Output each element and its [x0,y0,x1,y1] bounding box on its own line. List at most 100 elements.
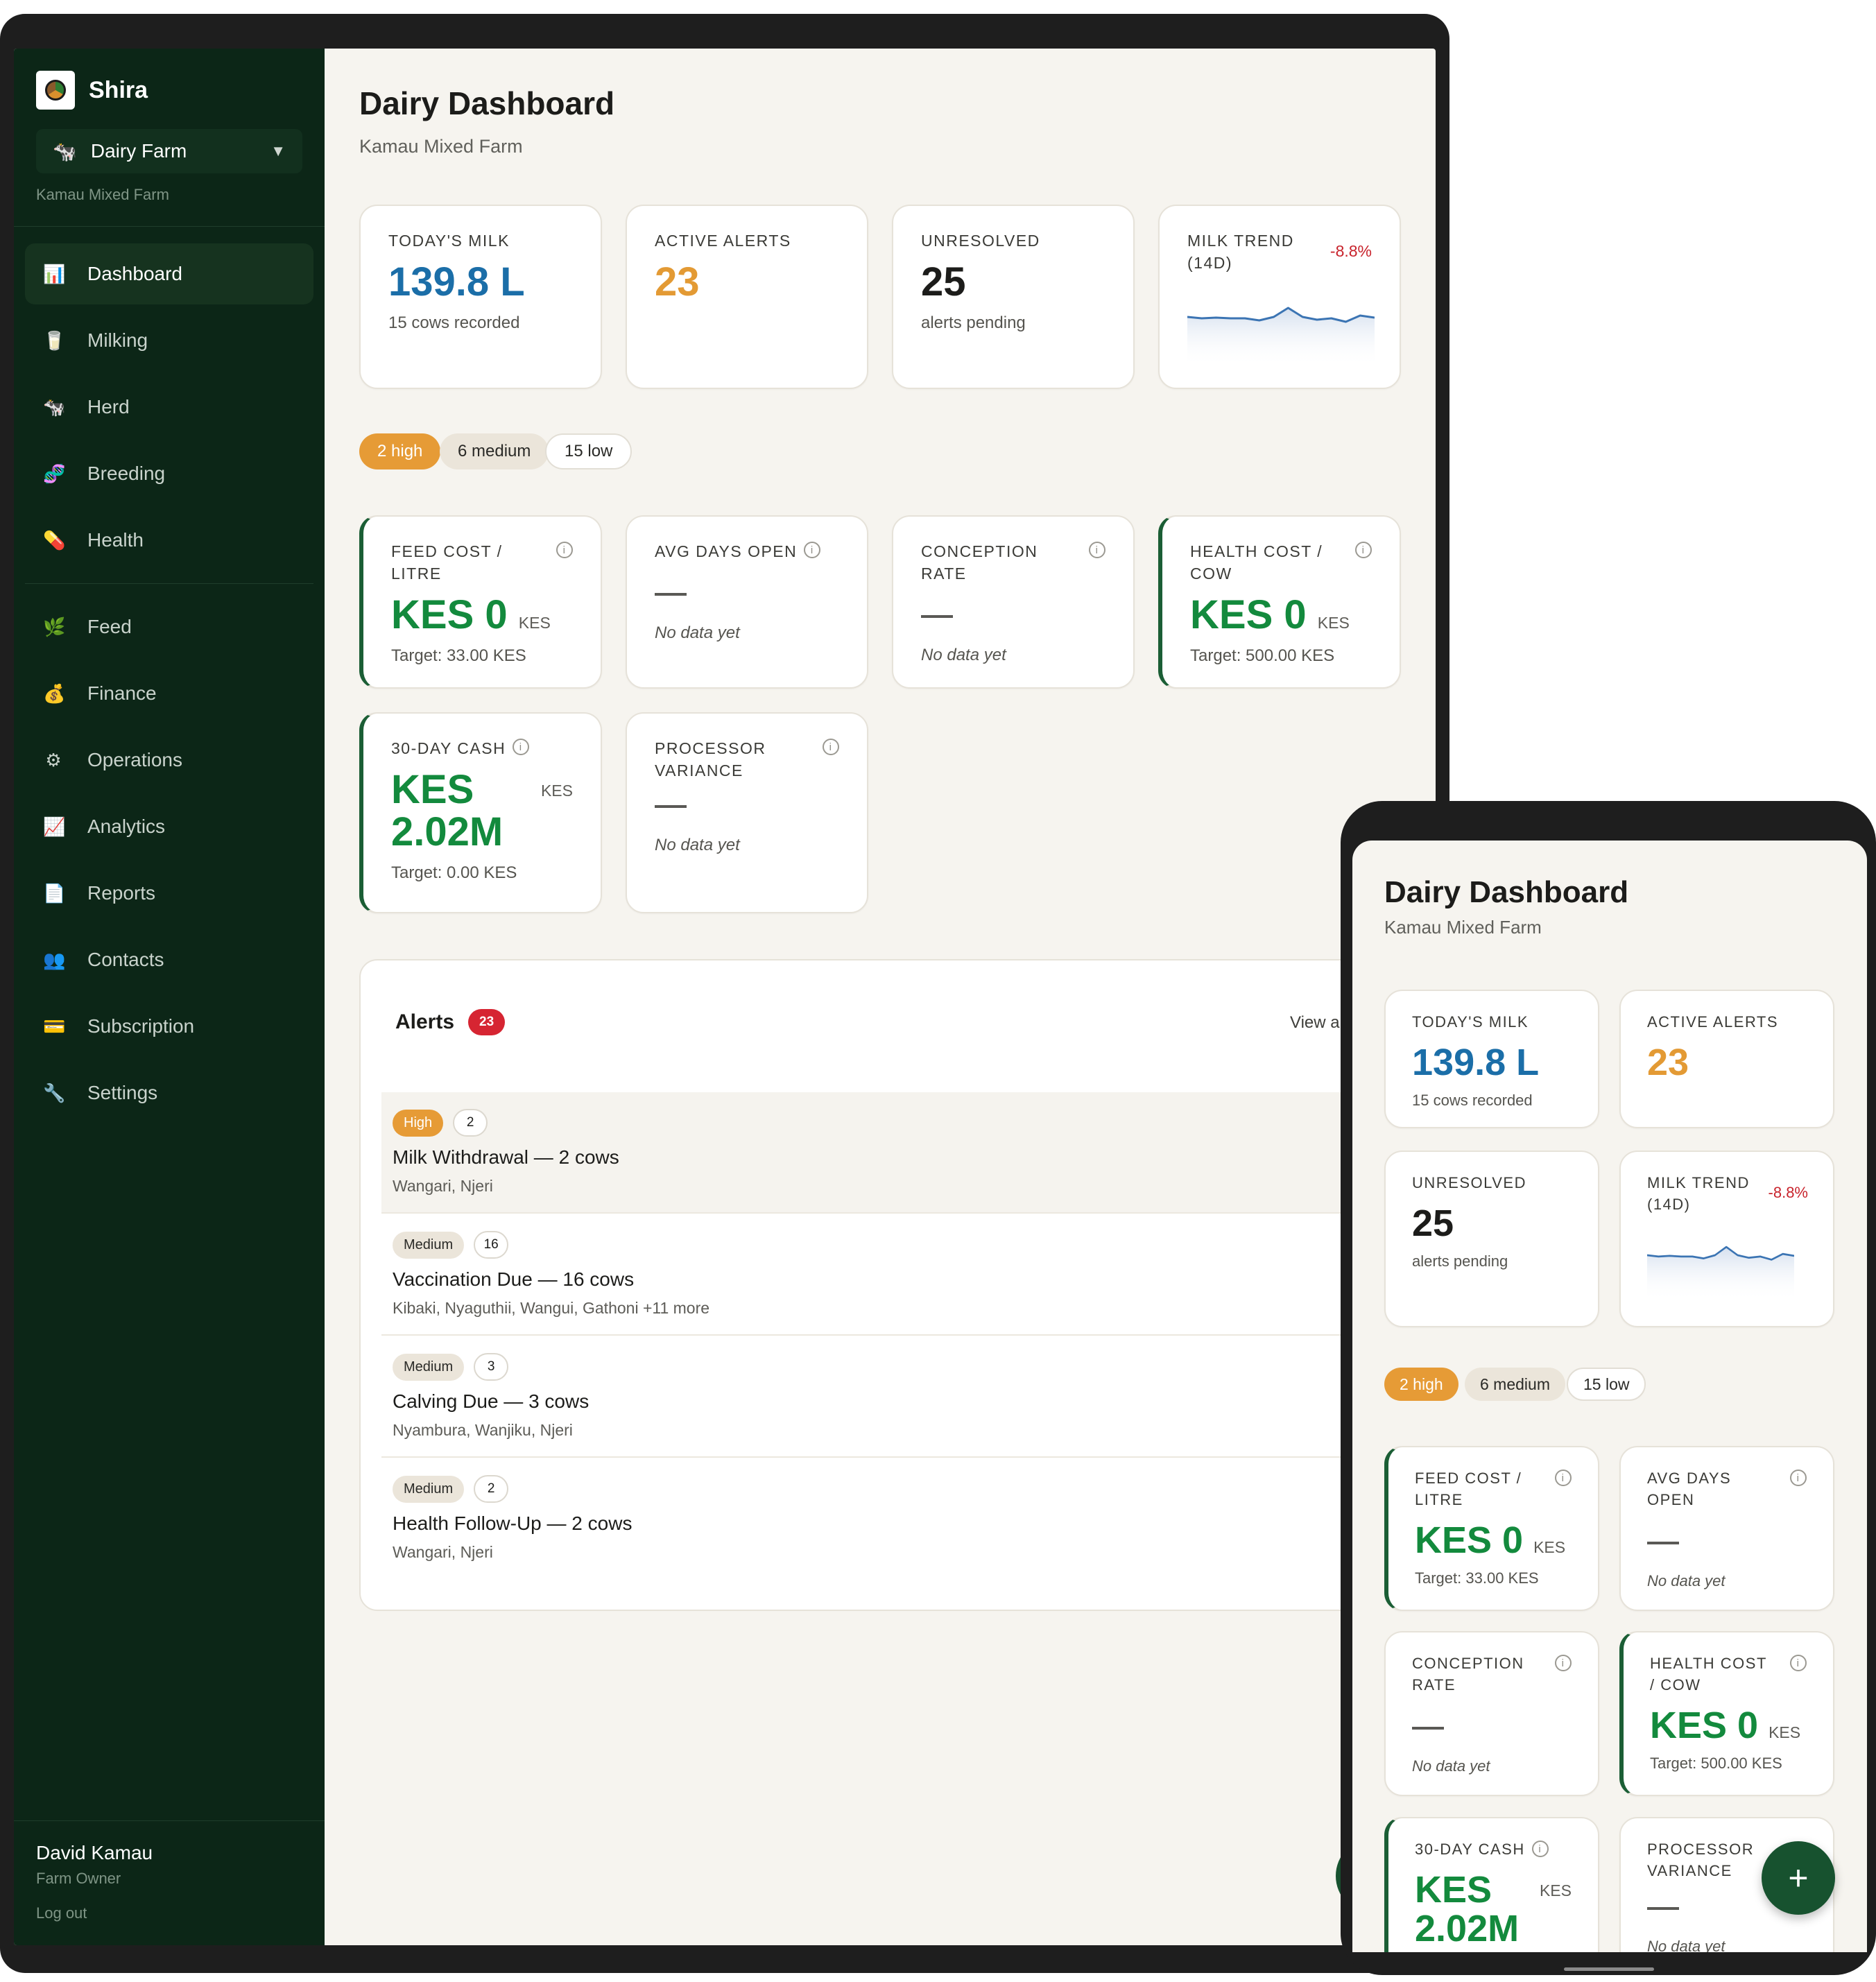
card-label: 30-DAY CASH i [1415,1839,1572,1861]
card-label: AVG DAYS OPEN i [1647,1468,1807,1511]
milk-cup-icon: 🥛 [43,329,66,351]
info-icon[interactable]: i [513,739,530,755]
sidebar-item-reports[interactable]: 📄 Reports [25,863,313,924]
sidebar-item-label: Health [87,529,144,551]
card-label: TODAY'S MILK [1412,1013,1529,1031]
feed-cost-card: FEED COST / LITRE i KES 0 KES Target: 33.… [1384,1446,1599,1611]
info-icon[interactable]: i [1790,1470,1807,1486]
card-label-text: FEED COST / LITRE [391,542,503,583]
sidebar-item-finance[interactable]: 💰 Finance [25,663,313,724]
alert-row[interactable]: Medium 2 Health Follow-Up — 2 cows Wanga… [381,1458,1436,1580]
info-icon[interactable]: i [1531,1841,1549,1857]
farm-subtitle: Kamau Mixed Farm [36,186,169,203]
sidebar-item-label: Analytics [87,816,166,837]
sidebar-item-feed[interactable]: 🌿 Feed [25,596,313,657]
pill-icon: 💊 [43,529,66,551]
sidebar-item-dashboard[interactable]: 📊 Dashboard [25,243,313,304]
info-icon[interactable]: i [823,739,839,755]
sidebar-item-label: Finance [87,682,157,704]
severity-pill-medium[interactable]: 6 medium [1465,1368,1565,1401]
alert-title: Health Follow-Up — 2 cows [393,1513,632,1534]
info-icon[interactable]: i [804,542,821,558]
card-label-text: 30-DAY CASH [391,739,506,757]
severity-pill-high[interactable]: 2 high [1384,1368,1458,1401]
info-icon[interactable]: i [556,542,573,558]
todays-milk-value: 139.8 L [1412,1041,1540,1083]
unresolved-card[interactable]: UNRESOLVED 25 alerts pending [892,205,1135,389]
unresolved-card[interactable]: UNRESOLVED 25 alerts pending [1384,1151,1599,1327]
page-title: Dairy Dashboard [359,85,615,121]
sidebar-item-health[interactable]: 💊 Health [25,510,313,571]
sidebar-item-contacts[interactable]: 👥 Contacts [25,929,313,990]
sidebar-item-label: Dashboard [87,263,182,284]
fab-add-button[interactable]: + [1762,1841,1835,1915]
info-icon[interactable]: i [1790,1655,1807,1671]
sidebar-item-label: Operations [87,749,182,770]
cash-value: KES 2.02M [391,768,503,854]
alert-badges: High 2 [393,1109,1436,1137]
active-alerts-card[interactable]: ACTIVE ALERTS 23 [626,205,868,389]
sidebar-item-milking[interactable]: 🥛 Milking [25,310,313,371]
sidebar-item-subscription[interactable]: 💳 Subscription [25,996,313,1057]
sidebar-item-operations[interactable]: ⚙ Operations [25,730,313,791]
farm-selector-label: Dairy Farm [90,140,187,162]
phone-screen: Dairy Dashboard Kamau Mixed Farm TODAY'S… [1352,841,1867,1952]
logout-link[interactable]: Log out [36,1904,302,1922]
brand-logo-icon [36,71,75,110]
people-icon: 👥 [43,949,66,970]
empty-dash [921,615,953,619]
view-all-link[interactable]: View a [1290,1013,1340,1033]
severity-pill-high[interactable]: 2 high [359,433,441,469]
page-subtitle: Kamau Mixed Farm [1384,917,1542,938]
sidebar-item-herd[interactable]: 🐄 Herd [25,377,313,438]
alert-title: Milk Withdrawal — 2 cows [393,1146,619,1168]
alert-row[interactable]: High 2 Milk Withdrawal — 2 cows Wangari,… [381,1092,1436,1214]
page-subtitle: Kamau Mixed Farm [359,136,523,157]
home-indicator [1564,1967,1654,1971]
card-label: ACTIVE ALERTS [655,232,791,250]
farm-selector[interactable]: 🐄 Dairy Farm ▼ [36,129,302,173]
info-icon[interactable]: i [1089,542,1105,558]
active-alerts-card[interactable]: ACTIVE ALERTS 23 [1619,990,1834,1128]
unresolved-value: 25 [1412,1202,1454,1244]
cows-recorded: 15 cows recorded [1412,1092,1533,1110]
card-label-text: AVG DAYS OPEN [1647,1470,1732,1508]
severity-badge: Medium [393,1475,465,1503]
sidebar-item-label: Reports [87,882,156,904]
health-cost-value: KES 0 KES [1650,1705,1807,1746]
no-data-text: No data yet [1412,1757,1490,1775]
todays-milk-card: TODAY'S MILK 139.8 L 15 cows recorded [1384,990,1599,1128]
alert-cows: Wangari, Njeri [393,1543,493,1561]
user-name: David Kamau [36,1842,153,1863]
sidebar-item-label: Breeding [87,463,166,484]
feed-cost-value: KES 0 KES [391,594,573,637]
health-cost-target: Target: 500.00 KES [1650,1755,1782,1773]
info-icon[interactable]: i [1555,1655,1572,1671]
cash-value-row: KES 2.02M KES [1415,1861,1572,1949]
alert-row[interactable]: Medium 3 Calving Due — 3 cows Nyambura, … [381,1336,1436,1458]
brand: Shira [14,49,325,110]
card-label: HEALTH COST / COW i [1650,1653,1807,1696]
alert-row[interactable]: Medium 16 Vaccination Due — 16 cows Kiba… [381,1214,1436,1336]
no-data-text: No data yet [1647,1571,1726,1589]
card-label-text: CONCEPTION RATE [921,542,1038,583]
info-icon[interactable]: i [1555,1470,1572,1486]
dna-icon: 🧬 [43,463,66,484]
todays-milk-value: 139.8 L [388,259,525,305]
cow-count-badge: 2 [453,1109,488,1137]
unit-label: KES [1539,1881,1572,1899]
no-data-text: No data yet [655,836,740,855]
sidebar-item-label: Herd [87,396,130,417]
sidebar-item-breeding[interactable]: 🧬 Breeding [25,443,313,504]
sidebar-item-settings[interactable]: 🔧 Settings [25,1062,313,1123]
sidebar-item-analytics[interactable]: 📈 Analytics [25,796,313,857]
alerts-header: Alerts 23 [395,1009,506,1035]
value-text: KES 0 [1190,592,1307,638]
severity-pill-low[interactable]: 15 low [545,433,632,469]
severity-pill-low[interactable]: 15 low [1567,1368,1646,1401]
health-cost-card: HEALTH COST / COW i KES 0 KES Target: 500… [1619,1631,1834,1796]
info-icon[interactable]: i [1355,542,1372,558]
card-label-text: PROCESSOR VARIANCE [655,739,766,780]
severity-pill-medium[interactable]: 6 medium [440,433,549,469]
cow-count-badge: 16 [474,1231,509,1259]
